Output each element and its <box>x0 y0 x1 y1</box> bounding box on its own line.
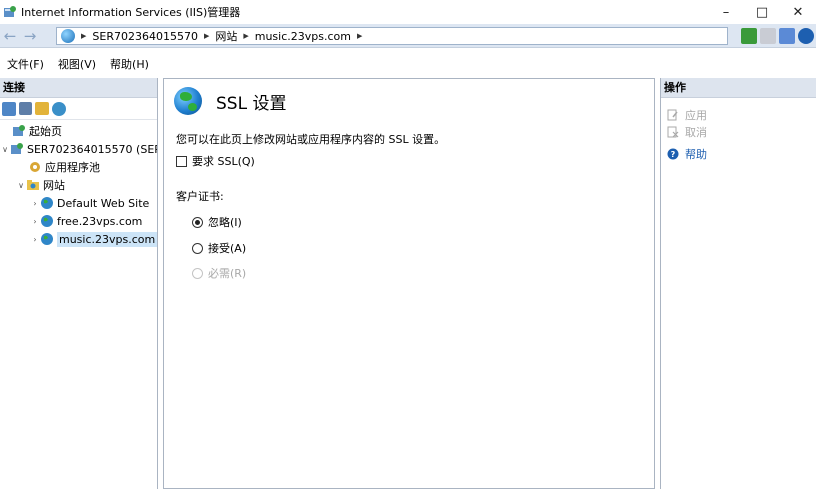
tree-item-server[interactable]: ∨ SER702364015570 (SER702 <box>0 140 157 158</box>
expand-icon[interactable]: › <box>30 235 40 244</box>
crumb-sites[interactable]: 网站 <box>215 28 237 44</box>
menu-bar: 文件(F) 视图(V) 帮助(H) <box>0 54 156 74</box>
radio-ignore-label: 忽略(I) <box>208 216 242 229</box>
title-bar: Internet Information Services (IIS)管理器 –… <box>0 0 816 24</box>
stop-icon[interactable] <box>760 28 776 44</box>
collapse-icon[interactable]: ∨ <box>0 145 10 154</box>
tree-item-app-pools[interactable]: 应用程序池 <box>28 158 100 176</box>
tree-item-label: 网站 <box>43 179 65 192</box>
iis-icon <box>3 5 17 19</box>
forward-button[interactable]: → <box>20 26 40 46</box>
site-globe-icon <box>40 214 54 228</box>
tree-item-sites[interactable]: ∨ 网站 <box>16 176 65 194</box>
menu-file[interactable]: 文件(F) <box>0 56 51 72</box>
connect-icon[interactable] <box>2 101 16 116</box>
globe-icon <box>61 29 75 43</box>
tree-item-label: 起始页 <box>29 125 62 138</box>
connections-header: 连接 <box>0 78 157 98</box>
folder-up-icon[interactable] <box>35 102 49 115</box>
apply-label: 应用 <box>685 109 707 122</box>
start-page-icon <box>12 124 26 138</box>
crumb-separator: ▶ <box>243 32 249 40</box>
require-ssl-label: 要求 SSL(Q) <box>192 155 255 168</box>
menu-help[interactable]: 帮助(H) <box>103 56 156 72</box>
cancel-action[interactable]: 取消 <box>667 124 707 140</box>
actions-panel: 操作 应用 取消 ? 帮助 <box>660 78 816 489</box>
crumb-separator: ▶ <box>81 32 87 40</box>
radio-accept-label: 接受(A) <box>208 242 247 255</box>
crumb-separator: ▶ <box>203 32 210 40</box>
svg-text:?: ? <box>671 150 676 159</box>
tree-item-label: free.23vps.com <box>57 214 143 228</box>
radio-accept[interactable]: 接受(A) <box>192 240 246 256</box>
site-globe-icon <box>40 232 54 246</box>
window-title: Internet Information Services (IIS)管理器 <box>21 6 241 19</box>
refresh-icon[interactable] <box>741 28 757 44</box>
page-description: 您可以在此页上修改网站或应用程序内容的 SSL 设置。 <box>176 133 446 146</box>
tree-item-default-site[interactable]: › Default Web Site <box>30 194 149 212</box>
tree-item-start-page[interactable]: 起始页 <box>12 122 62 140</box>
home-icon[interactable] <box>779 28 795 44</box>
tree-item-free-site[interactable]: › free.23vps.com <box>30 212 142 230</box>
cancel-icon <box>667 126 679 138</box>
tree-item-music-site[interactable]: › music.23vps.com <box>30 230 157 248</box>
help-label: 帮助 <box>685 148 707 161</box>
expand-icon[interactable]: › <box>30 199 40 208</box>
tree-item-label: Default Web Site <box>57 196 150 210</box>
help-action[interactable]: ? 帮助 <box>667 146 707 162</box>
radio-button[interactable] <box>192 242 203 254</box>
close-button[interactable]: ✕ <box>780 0 816 24</box>
radio-require: 必需(R) <box>192 265 246 281</box>
help-icon[interactable] <box>798 28 814 44</box>
collapse-icon[interactable]: ∨ <box>16 181 26 190</box>
connections-toolbar <box>0 98 157 120</box>
site-globe-icon <box>40 196 54 210</box>
checkbox-box[interactable] <box>176 155 187 167</box>
minimize-button[interactable]: – <box>708 0 744 24</box>
maximize-button[interactable]: □ <box>744 0 780 24</box>
radio-button <box>192 267 203 279</box>
save-icon[interactable] <box>19 102 32 115</box>
menu-view[interactable]: 视图(V) <box>51 56 103 72</box>
client-cert-label: 客户证书: <box>176 190 224 203</box>
page-header: SSL 设置 <box>174 87 286 115</box>
radio-button[interactable] <box>192 216 203 228</box>
tree-item-label: 应用程序池 <box>45 161 100 174</box>
actions-header: 操作 <box>661 78 816 98</box>
address-bar: ← → ▶ SER702364015570 ▶ 网站 ▶ music.23vps… <box>0 24 816 48</box>
ssl-settings-panel: SSL 设置 您可以在此页上修改网站或应用程序内容的 SSL 设置。 要求 SS… <box>163 78 655 489</box>
app-pool-icon <box>28 160 42 174</box>
tree-item-label: SER702364015570 (SER702 <box>27 142 157 156</box>
breadcrumb[interactable]: ▶ SER702364015570 ▶ 网站 ▶ music.23vps.com… <box>56 27 728 45</box>
expand-icon[interactable]: › <box>30 217 40 226</box>
crumb-server[interactable]: SER702364015570 <box>92 30 198 43</box>
apply-icon <box>667 109 679 121</box>
crumb-site[interactable]: music.23vps.com <box>255 30 351 43</box>
tree-item-label: music.23vps.com <box>57 231 157 247</box>
radio-require-label: 必需(R) <box>208 267 247 280</box>
require-ssl-checkbox[interactable]: 要求 SSL(Q) <box>176 153 255 169</box>
sites-folder-icon <box>26 178 40 192</box>
globe-icon <box>174 87 202 115</box>
crumb-separator: ▶ <box>356 32 363 40</box>
apply-action[interactable]: 应用 <box>667 107 707 123</box>
disconnect-icon[interactable] <box>52 101 66 116</box>
cancel-label: 取消 <box>685 126 707 139</box>
back-button[interactable]: ← <box>0 26 20 46</box>
server-icon <box>10 142 24 156</box>
help-icon: ? <box>667 148 679 160</box>
radio-ignore[interactable]: 忽略(I) <box>192 214 242 230</box>
page-title: SSL 设置 <box>216 93 287 114</box>
connections-panel: 连接 起始页 ∨ SER702364015570 (SER702 应用程序池 ∨… <box>0 78 158 489</box>
